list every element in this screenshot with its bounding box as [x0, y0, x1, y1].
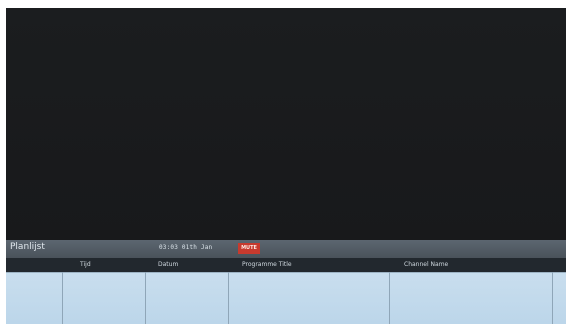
column-header-row: Tijd Datum Programme Title Channel Name [6, 258, 566, 272]
row-divider [6, 272, 566, 273]
schedule-list[interactable] [6, 272, 566, 324]
column-header-channel[interactable]: Channel Name [404, 261, 448, 268]
tv-screen: Planlijst 03:03 01th Jan MUTE Tijd Datum… [6, 8, 566, 324]
column-divider [389, 272, 390, 324]
schedule-header-bar: Planlijst 03:03 01th Jan MUTE [6, 240, 566, 258]
column-header-date[interactable]: Datum [158, 261, 178, 268]
mute-badge: MUTE [238, 243, 260, 254]
column-header-programme[interactable]: Programme Title [242, 261, 292, 268]
page-title: Planlijst [10, 242, 45, 252]
column-divider [228, 272, 229, 324]
column-divider [62, 272, 63, 324]
clock-display: 03:03 01th Jan [159, 244, 213, 251]
column-divider [145, 272, 146, 324]
column-header-time[interactable]: Tijd [80, 261, 91, 268]
column-divider [552, 272, 553, 324]
video-area [6, 8, 566, 240]
